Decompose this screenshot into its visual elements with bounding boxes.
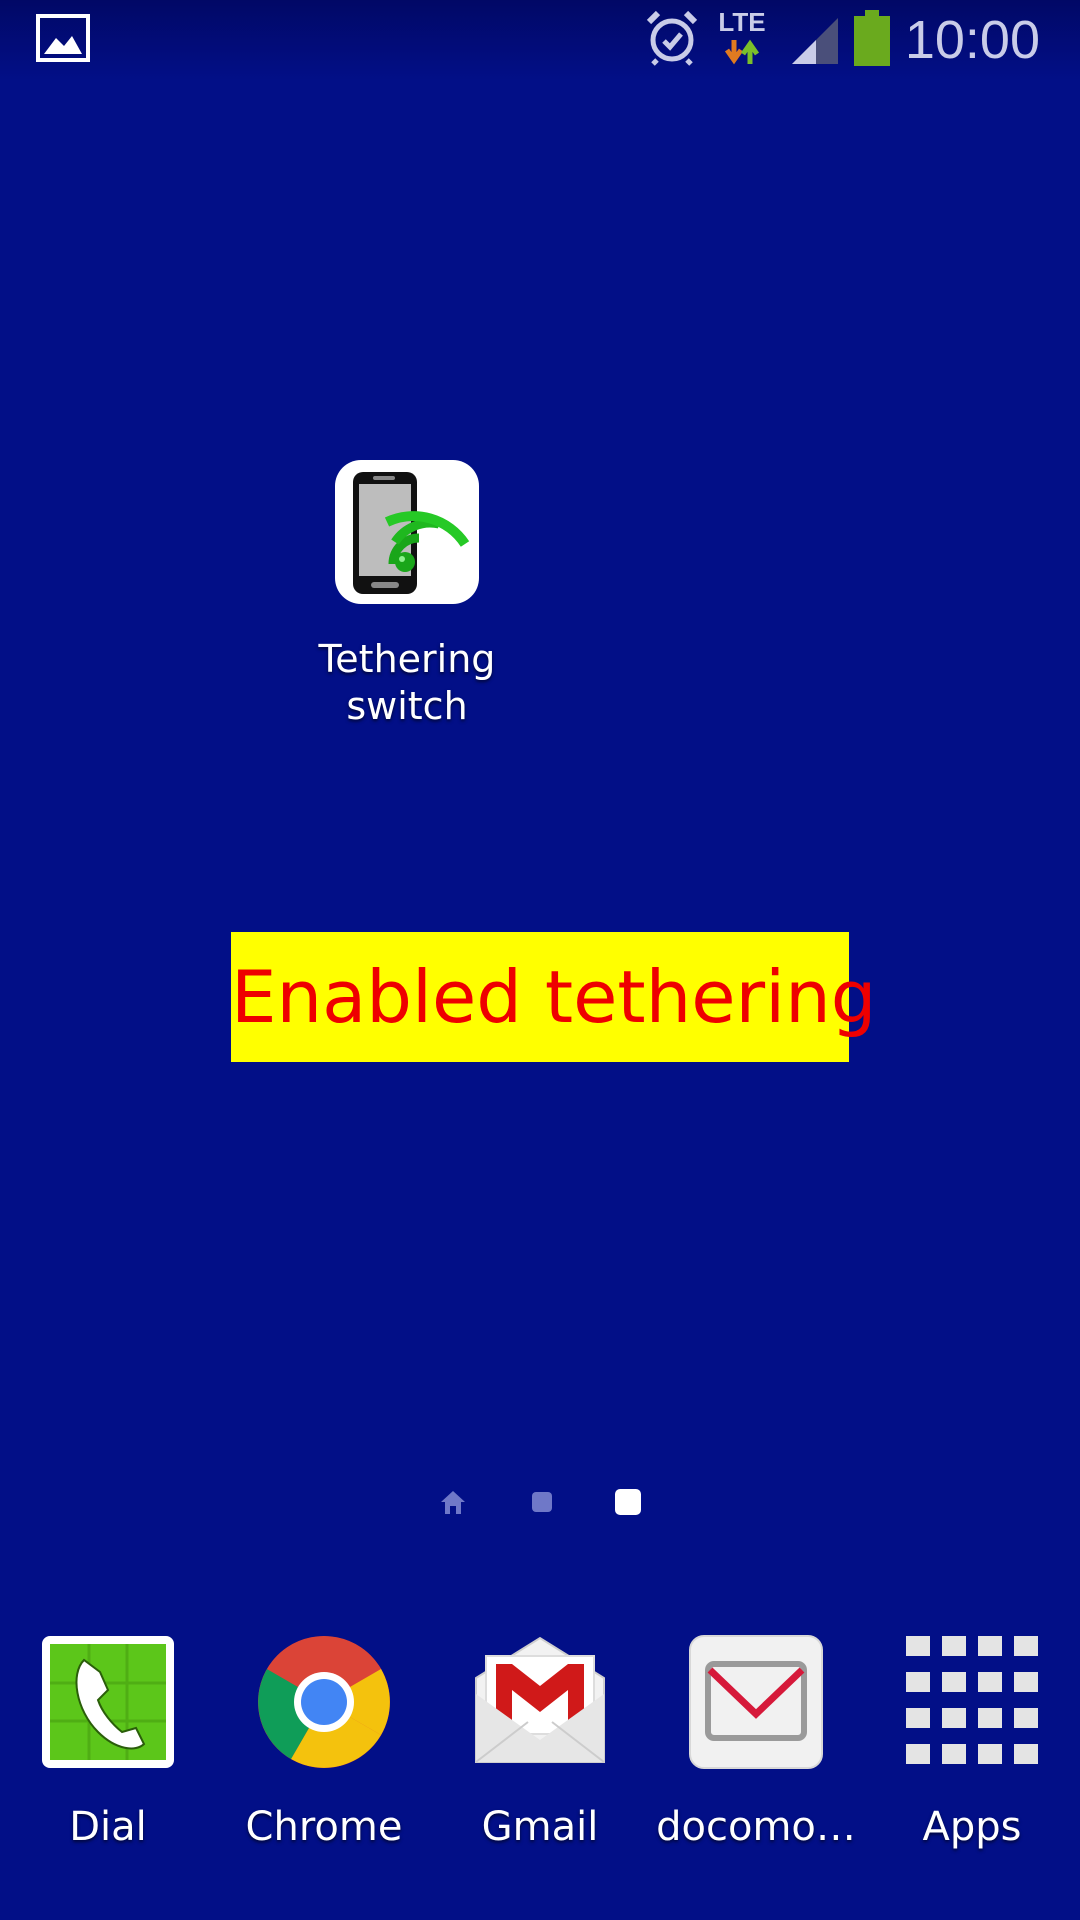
- dock-item-chrome[interactable]: Chrome: [224, 1630, 424, 1870]
- phone-icon: [40, 1634, 176, 1770]
- tethering-switch-icon: [335, 460, 479, 604]
- dock-label-dial: Dial: [69, 1804, 147, 1850]
- app-label: Tethering switch: [300, 636, 514, 730]
- page-indicator-3-active[interactable]: [612, 1486, 644, 1518]
- app-label-line-1: Tethering: [318, 637, 496, 681]
- dock-label-gmail: Gmail: [481, 1804, 599, 1850]
- dock-item-dial[interactable]: Dial: [8, 1630, 208, 1870]
- dock-item-docomo-mail[interactable]: docomo…: [656, 1630, 856, 1870]
- gallery-icon: [36, 14, 90, 62]
- signal-icon: [792, 18, 838, 64]
- alarm-icon: [646, 10, 698, 66]
- mail-icon: [688, 1634, 824, 1770]
- dock-label-apps: Apps: [922, 1804, 1022, 1850]
- chrome-icon: [256, 1634, 392, 1770]
- apps-grid-icon: [904, 1634, 1040, 1770]
- battery-icon: [854, 10, 890, 66]
- lte-label: LTE: [718, 7, 766, 37]
- status-bar[interactable]: LTE 10:00: [0, 0, 1080, 80]
- lte-data-icon: LTE: [712, 8, 772, 68]
- clock: 10:00: [904, 10, 1040, 70]
- data-arrows-icon: [724, 39, 760, 65]
- toast-message: Enabled tethering: [231, 932, 876, 1062]
- app-label-line-2: switch: [346, 684, 468, 728]
- home-page-indicator-icon[interactable]: [437, 1486, 469, 1518]
- dock-item-gmail[interactable]: Gmail: [440, 1630, 640, 1870]
- dock-label-docomo: docomo…: [656, 1804, 856, 1850]
- dock-item-apps[interactable]: Apps: [872, 1630, 1072, 1870]
- page-indicator-2[interactable]: [526, 1486, 558, 1518]
- dock-label-chrome: Chrome: [245, 1804, 403, 1850]
- gmail-icon: [472, 1634, 608, 1770]
